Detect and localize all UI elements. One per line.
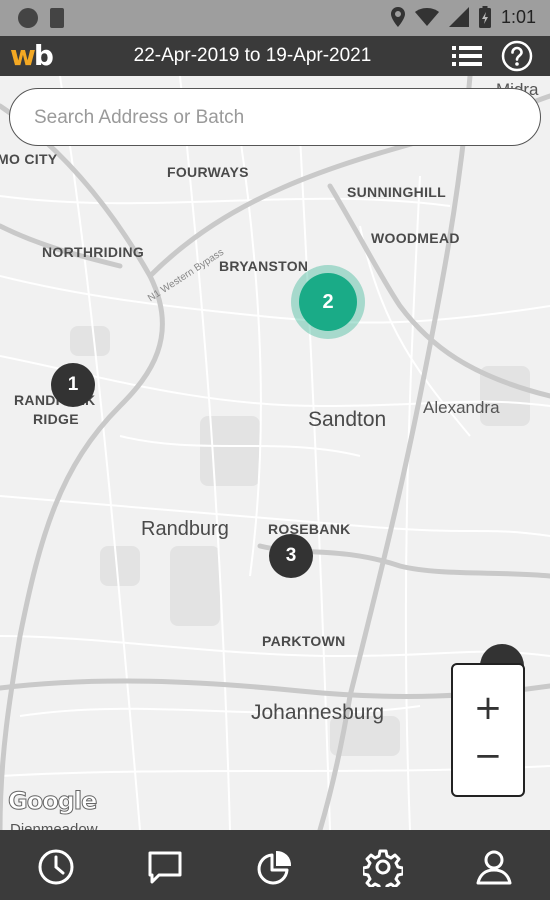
map-label-sunninghill: SUNNINGHILL [347,184,446,200]
date-range-title[interactable]: 22-Apr-2019 to 19-Apr-2021 [0,45,505,67]
bottom-nav [0,830,550,900]
pie-chart-icon[interactable] [255,847,295,887]
notification-dot-icon [18,8,38,28]
app-bar: wb 22-Apr-2019 to 19-Apr-2021 [0,36,550,76]
cluster-marker[interactable]: 1 [51,363,95,407]
list-icon[interactable] [452,42,482,70]
user-icon[interactable] [474,847,514,887]
help-icon[interactable] [501,40,533,72]
map-label-bryanston: BRYANSTON [219,258,309,274]
battery-icon [478,6,491,28]
map-label-sandton: Sandton [308,408,387,431]
clock-icon[interactable] [36,847,76,887]
wifi-icon [414,8,439,26]
map-label-johannesburg: Johannesburg [251,701,385,724]
cluster-marker[interactable]: 2 [299,273,357,331]
map-label-northriding: NORTHRIDING [42,244,145,260]
map-label-alexandra: Alexandra [423,398,500,417]
signal-icon [448,7,469,27]
map-label-dienmeadow-partial: Dienmeadow [10,821,98,830]
map-label-rosebank: ROSEBANK [268,521,351,537]
cluster-marker[interactable]: 3 [269,534,313,578]
gear-icon[interactable] [363,847,403,887]
map-label-city-partial: MO CITY [0,151,58,167]
search-bar[interactable] [9,88,541,146]
status-time: 1:01 [500,6,536,27]
status-bar: 1:01 [0,0,550,36]
zoom-out-button[interactable]: − [453,731,523,781]
map-label-randburg: Randburg [141,518,229,540]
chat-icon[interactable] [145,847,185,887]
app-root: 1:01 wb 22-Apr-2019 to 19-Apr-2021 MO CI… [0,0,550,900]
google-attribution-logo: Google [7,787,97,816]
sd-card-icon [50,8,64,28]
search-input[interactable] [32,106,516,130]
zoom-in-button[interactable]: + [453,683,523,733]
location-icon [390,7,405,27]
zoom-control: + − [451,663,525,797]
map-label-woodmead: WOODMEAD [371,230,460,246]
map-label-parktown: PARKTOWN [262,633,346,649]
map-label-fourways: FOURWAYS [167,164,249,180]
map-label-ridge: RIDGE [33,411,79,427]
